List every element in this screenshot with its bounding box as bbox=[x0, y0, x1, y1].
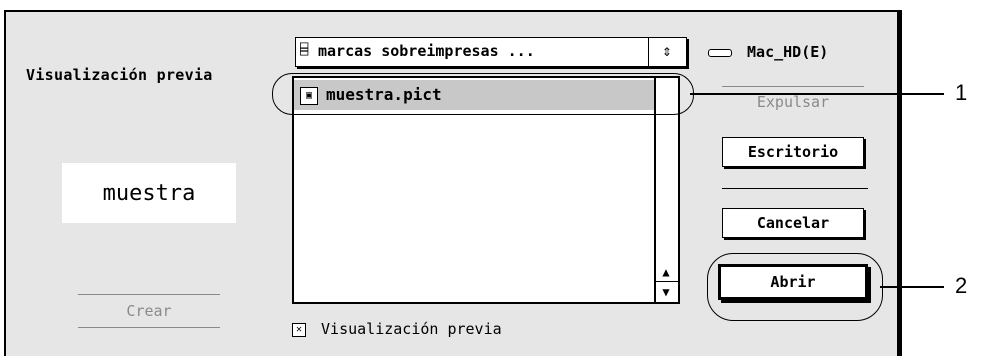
callout-number-2: 2 bbox=[955, 273, 968, 298]
button-divider bbox=[722, 188, 868, 189]
desktop-button-label: Escritorio bbox=[747, 143, 839, 161]
preview-thumbnail-text: muestra bbox=[102, 180, 196, 206]
callout-oval-open bbox=[707, 253, 883, 321]
scrollbar-divider bbox=[656, 281, 678, 282]
eject-button-label: Expulsar bbox=[756, 92, 830, 111]
callout-line-2 bbox=[880, 286, 944, 288]
create-button-top-line bbox=[78, 294, 220, 295]
create-button-bottom-line bbox=[78, 327, 220, 328]
volume-indicator: Mac_HD(E) bbox=[708, 43, 828, 61]
preview-thumbnail: muestra bbox=[62, 163, 236, 223]
cancel-button-label: Cancelar bbox=[756, 214, 830, 232]
callout-number-1: 1 bbox=[955, 80, 968, 105]
desktop-button[interactable]: Escritorio bbox=[722, 137, 864, 167]
updown-arrows-icon: ⇕ bbox=[662, 41, 672, 60]
eject-button[interactable]: Expulsar bbox=[722, 86, 864, 116]
scroll-up-arrow-icon[interactable]: ▲ bbox=[658, 264, 674, 280]
preview-heading: Visualización previa bbox=[26, 66, 213, 84]
cancel-button[interactable]: Cancelar bbox=[722, 208, 864, 238]
callout-line-1 bbox=[690, 93, 944, 95]
popup-separator bbox=[648, 38, 649, 66]
create-preview-button[interactable]: Crear bbox=[78, 294, 220, 328]
create-button-label: Crear bbox=[126, 302, 172, 320]
volume-name: Mac_HD(E) bbox=[747, 43, 829, 61]
folder-popup-menu[interactable]: ⌸ marcas sobreimpresas ... ⇕ bbox=[295, 37, 687, 67]
preview-checkbox[interactable]: ✕ Visualización previa bbox=[292, 320, 502, 338]
checkbox-check-icon[interactable]: ✕ bbox=[292, 322, 306, 337]
disk-icon bbox=[708, 48, 732, 57]
folder-popup-label: marcas sobreimpresas ... bbox=[318, 42, 535, 60]
callout-oval-file bbox=[272, 73, 694, 115]
folder-icon: ⌸ bbox=[300, 42, 309, 58]
preview-checkbox-label: Visualización previa bbox=[321, 320, 502, 338]
scroll-down-arrow-icon[interactable]: ▼ bbox=[658, 284, 674, 300]
